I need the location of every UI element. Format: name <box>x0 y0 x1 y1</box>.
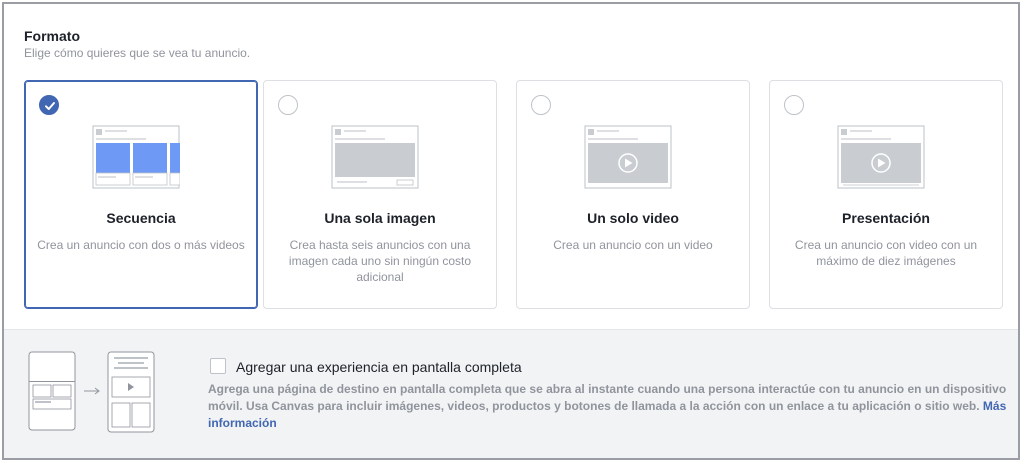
format-options: Secuencia Crea un anuncio con dos o más … <box>24 80 1004 310</box>
fullscreen-experience-checkbox[interactable] <box>210 358 226 374</box>
format-card-title: Un solo video <box>587 210 679 226</box>
format-card-single-video[interactable]: Un solo video Crea un anuncio con un vid… <box>516 80 750 309</box>
radio-icon[interactable] <box>531 95 551 115</box>
carousel-icon <box>92 125 180 189</box>
radio-selected-icon[interactable] <box>39 95 59 115</box>
single-image-icon <box>331 125 419 189</box>
checkmark-icon <box>45 102 55 110</box>
format-card-description: Crea hasta seis anuncios con una imagen … <box>288 238 472 284</box>
canvas-checkbox-label[interactable]: Agregar una experiencia en pantalla comp… <box>236 359 522 375</box>
format-card-description: Crea un anuncio con un video <box>553 238 713 252</box>
canvas-illustration-icon <box>28 351 155 433</box>
section-title: Formato <box>24 28 80 44</box>
format-card-slideshow[interactable]: Presentación Crea un anuncio con video c… <box>769 80 1003 309</box>
format-card-carousel[interactable]: Secuencia Crea un anuncio con dos o más … <box>24 80 258 309</box>
radio-icon[interactable] <box>278 95 298 115</box>
format-card-title: Una sola imagen <box>324 210 436 226</box>
format-panel: Formato Elige cómo quieres que se vea tu… <box>2 2 1020 460</box>
format-card-single-image[interactable]: Una sola imagen Crea hasta seis anuncios… <box>263 80 497 309</box>
format-card-title: Secuencia <box>106 210 176 226</box>
format-card-title: Presentación <box>842 210 930 226</box>
format-card-description: Crea un anuncio con dos o más videos <box>37 238 245 252</box>
canvas-description-text: Agrega una página de destino en pantalla… <box>208 382 1007 413</box>
slideshow-icon <box>837 125 925 189</box>
canvas-description: Agrega una página de destino en pantalla… <box>208 381 1008 432</box>
radio-icon[interactable] <box>784 95 804 115</box>
single-video-icon <box>584 125 672 189</box>
format-card-description: Crea un anuncio con video con un máximo … <box>794 238 978 268</box>
canvas-section: Agregar una experiencia en pantalla comp… <box>4 329 1018 458</box>
section-subtitle: Elige cómo quieres que se vea tu anuncio… <box>24 46 251 60</box>
